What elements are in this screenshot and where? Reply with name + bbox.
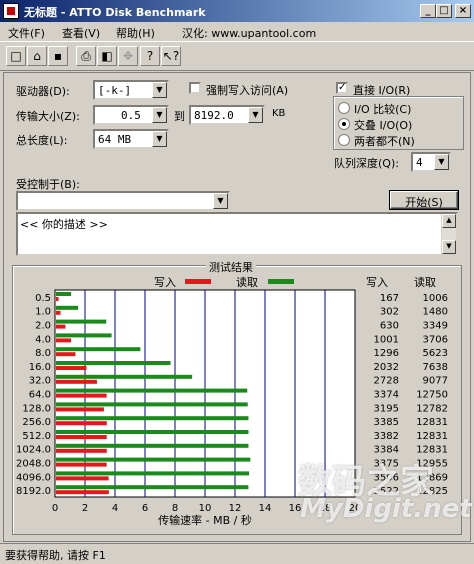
y-tick-label: 8192.0 <box>16 486 51 497</box>
write-bar <box>56 407 104 412</box>
y-tick-label: 1.0 <box>35 307 51 318</box>
read-bar <box>56 333 112 338</box>
y-tick-label: 2048.0 <box>16 459 51 470</box>
write-bar <box>56 310 61 315</box>
read-value: 12750 <box>416 390 448 401</box>
read-value: 3706 <box>423 334 448 345</box>
y-tick-label: 64.0 <box>29 390 51 401</box>
x-tick-label: 10 <box>199 503 212 514</box>
y-tick-label: 32.0 <box>29 376 51 387</box>
write-value: 3382 <box>374 431 399 442</box>
status-bar: 要获得帮助, 请按 F1 <box>0 543 474 564</box>
write-value: 3195 <box>374 403 399 414</box>
write-bar <box>56 448 107 453</box>
x-tick-label: 12 <box>229 503 242 514</box>
read-bar <box>56 430 249 434</box>
x-tick-label: 6 <box>142 503 148 514</box>
write-value: 1296 <box>374 348 399 359</box>
write-bar <box>56 462 107 467</box>
y-tick-label: 1024.0 <box>16 445 51 456</box>
read-bar <box>56 402 248 407</box>
write-bar <box>56 379 97 384</box>
write-value: 2032 <box>374 362 399 373</box>
write-bar <box>56 490 109 495</box>
write-bar <box>56 476 109 481</box>
write-value: 3374 <box>374 390 399 401</box>
read-bar <box>56 319 107 324</box>
y-tick-label: 2.0 <box>35 321 51 332</box>
read-bar <box>56 416 249 421</box>
write-bar <box>56 366 87 370</box>
read-value: 1006 <box>423 293 448 304</box>
read-bar <box>56 292 72 296</box>
read-value: 12831 <box>416 417 448 428</box>
y-tick-label: 4.0 <box>35 334 51 345</box>
read-value: 5623 <box>423 348 448 359</box>
write-bar <box>56 297 59 301</box>
write-value: 630 <box>380 321 399 332</box>
x-tick-label: 2 <box>82 503 88 514</box>
y-tick-label: 4096.0 <box>16 472 51 483</box>
x-tick-label: 4 <box>112 503 118 514</box>
read-bar <box>56 388 248 393</box>
x-tick-label: 0 <box>52 503 58 514</box>
write-value: 1001 <box>374 334 399 345</box>
y-tick-label: 512.0 <box>22 431 51 442</box>
write-bar <box>56 435 107 439</box>
y-tick-label: 8.0 <box>35 348 51 359</box>
y-tick-label: 256.0 <box>22 417 51 428</box>
write-value: 167 <box>380 293 399 304</box>
read-bar <box>56 471 250 476</box>
y-tick-label: 128.0 <box>22 403 51 414</box>
read-bar <box>56 374 193 379</box>
write-bar <box>56 324 66 329</box>
read-value: 7638 <box>423 362 448 373</box>
write-bar <box>56 352 76 357</box>
x-tick-label: 8 <box>172 503 178 514</box>
write-value: 3385 <box>374 417 399 428</box>
x-tick-label: 14 <box>259 503 272 514</box>
x-axis-label: 传输速率 - MB / 秒 <box>158 513 252 527</box>
read-bar <box>56 361 171 365</box>
read-bar <box>56 457 251 462</box>
read-bar <box>56 305 79 310</box>
y-tick-label: 16.0 <box>29 362 51 373</box>
write-bar <box>56 421 107 426</box>
read-value: 3349 <box>423 321 448 332</box>
write-value: 302 <box>380 307 399 318</box>
read-bar <box>56 443 249 448</box>
write-bar <box>56 338 72 343</box>
read-value: 12782 <box>416 403 448 414</box>
read-value: 12831 <box>416 431 448 442</box>
status-text: 要获得帮助, 请按 F1 <box>5 549 106 562</box>
read-value: 9077 <box>423 376 448 387</box>
read-bar <box>56 485 249 490</box>
write-bar <box>56 393 107 398</box>
read-value: 1480 <box>423 307 448 318</box>
write-value: 2728 <box>374 376 399 387</box>
y-tick-label: 0.5 <box>35 293 51 304</box>
watermark-en: MyDigit.net <box>300 494 472 524</box>
read-bar <box>56 347 141 352</box>
